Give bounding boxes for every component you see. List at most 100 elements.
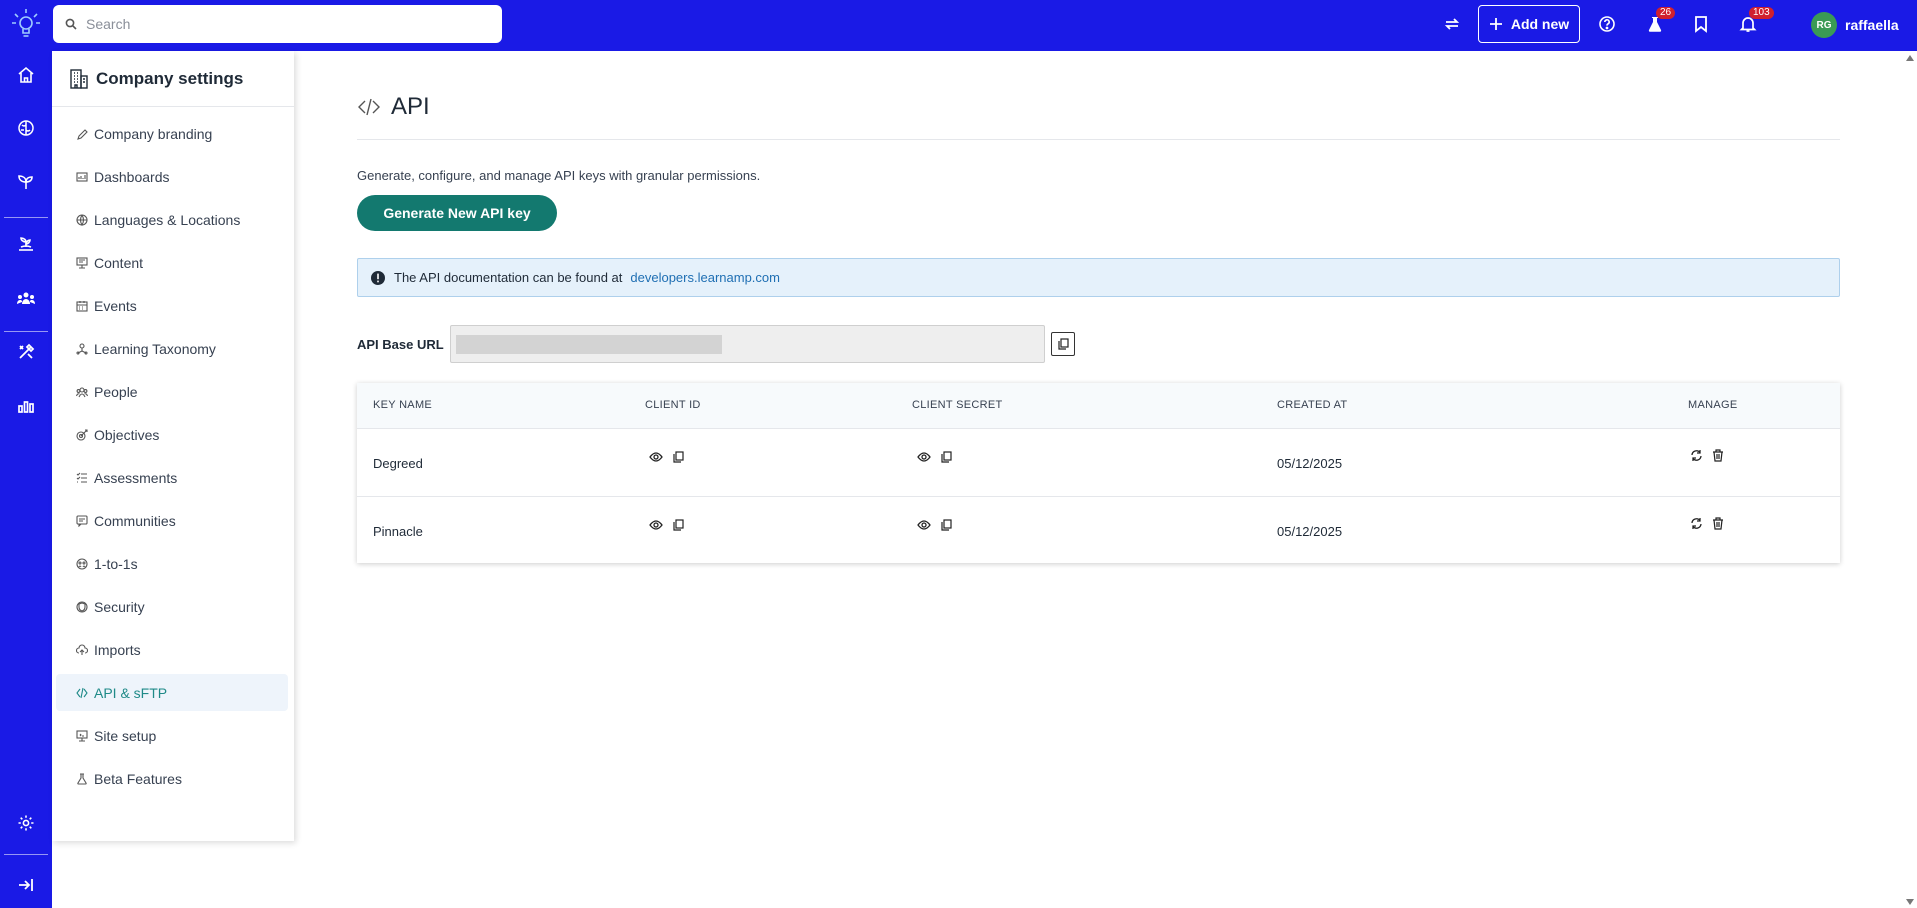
top-bar: Add new 26 103 RG raffaella xyxy=(0,0,1917,51)
objectives-icon xyxy=(76,428,88,441)
search-box[interactable] xyxy=(53,5,502,43)
client-secret-actions xyxy=(916,449,960,466)
sidebar-item-label: API & sFTP xyxy=(94,684,168,701)
sidebar-item-objectives[interactable]: Objectives xyxy=(56,416,288,453)
sidebar-item-company-branding[interactable]: Company branding xyxy=(56,115,288,152)
rail-divider xyxy=(4,217,48,218)
sidebar-item-label: Content xyxy=(94,254,144,271)
taxonomy-icon xyxy=(76,342,88,355)
client-id-actions xyxy=(648,449,692,466)
search-input[interactable] xyxy=(86,16,466,32)
bookmark-icon[interactable] xyxy=(1689,12,1713,36)
user-menu[interactable]: RG raffaella xyxy=(1811,12,1899,38)
sidebar-item-api-sftp[interactable]: API & sFTP xyxy=(56,674,288,711)
sprout-icon[interactable] xyxy=(14,170,38,194)
scroll-up-arrow[interactable] xyxy=(1906,55,1914,61)
api-docs-link[interactable]: developers.learnamp.com xyxy=(630,270,780,285)
sidebar-item-label: Assessments xyxy=(94,469,178,486)
copy-url-button[interactable] xyxy=(1050,332,1075,356)
generate-api-key-button[interactable]: Generate New API key xyxy=(357,195,557,231)
growth-icon[interactable] xyxy=(14,232,38,256)
analytics-icon[interactable] xyxy=(14,394,38,418)
sidebar-item-security[interactable]: Security xyxy=(56,588,288,625)
company-settings-panel: Company settings Company branding Dashboa… xyxy=(52,51,294,841)
client-id-actions xyxy=(648,517,692,534)
tools-icon[interactable] xyxy=(14,340,38,364)
rail-divider xyxy=(4,854,48,855)
sidebar-item-label: People xyxy=(94,383,138,400)
copy-icon[interactable] xyxy=(938,449,954,465)
flask-notifications-button[interactable]: 26 xyxy=(1643,7,1676,36)
trash-icon[interactable] xyxy=(1710,515,1726,531)
settings-nav: Company branding Dashboards Languages & Lo… xyxy=(52,107,294,797)
panel-title: Company settings xyxy=(96,68,244,88)
plus-icon xyxy=(1489,17,1503,31)
created-at-cell: 05/12/2025 xyxy=(1277,524,1343,539)
created-at-cell: 05/12/2025 xyxy=(1277,456,1343,471)
col-client-id: CLIENT ID xyxy=(645,399,701,411)
sidebar-item-label: Events xyxy=(94,297,137,314)
notifications-badge: 103 xyxy=(1749,7,1774,19)
flask-badge: 26 xyxy=(1656,7,1676,19)
add-new-button[interactable]: Add new xyxy=(1478,5,1580,43)
scroll-down-arrow[interactable] xyxy=(1906,899,1914,905)
eye-icon[interactable] xyxy=(648,449,664,465)
client-secret-actions xyxy=(916,517,960,534)
sidebar-item-events[interactable]: Events xyxy=(56,287,288,324)
sidebar-item-communities[interactable]: Communities xyxy=(56,502,288,539)
people-icon xyxy=(76,386,88,398)
api-base-url-field[interactable] xyxy=(449,325,1045,363)
col-key-name: KEY NAME xyxy=(373,399,433,411)
refresh-icon[interactable] xyxy=(1688,515,1704,531)
info-banner: The API documentation can be found at de… xyxy=(357,258,1840,297)
sidebar-item-imports[interactable]: Imports xyxy=(56,631,288,668)
settings-gear-icon[interactable] xyxy=(14,811,38,835)
sidebar-item-label: 1-to-1s xyxy=(94,555,138,572)
sidebar-item-beta-features[interactable]: Beta Features xyxy=(56,760,288,797)
table-row: Degreed 05/12/2025 xyxy=(357,428,1840,496)
chat-icon xyxy=(76,514,88,527)
copy-icon[interactable] xyxy=(670,449,686,465)
sidebar-item-assessments[interactable]: Assessments xyxy=(56,459,288,496)
help-icon[interactable] xyxy=(1595,12,1619,36)
sidebar-item-dashboards[interactable]: Dashboards xyxy=(56,158,288,195)
eye-icon[interactable] xyxy=(916,517,932,533)
left-rail xyxy=(0,51,52,908)
info-icon xyxy=(370,270,386,286)
sidebar-item-label: Learning Taxonomy xyxy=(94,340,216,357)
monitor-icon xyxy=(76,729,88,742)
flask-icon xyxy=(76,772,88,785)
sidebar-item-label: Security xyxy=(94,598,145,615)
manage-actions xyxy=(1688,515,1732,533)
key-name-cell: Degreed xyxy=(373,456,423,471)
sidebar-item-label: Communities xyxy=(94,512,176,529)
sidebar-item-site-setup[interactable]: Site setup xyxy=(56,717,288,754)
team-icon[interactable] xyxy=(14,286,38,310)
expand-sidebar-icon[interactable] xyxy=(14,873,38,897)
eye-icon[interactable] xyxy=(648,517,664,533)
eye-icon[interactable] xyxy=(916,449,932,465)
sidebar-item-label: Site setup xyxy=(94,727,157,744)
lightbulb-logo-icon[interactable] xyxy=(10,6,42,42)
sidebar-item-people[interactable]: People xyxy=(56,373,288,410)
sidebar-item-label: Imports xyxy=(94,641,141,658)
sidebar-item-learning-taxonomy[interactable]: Learning Taxonomy xyxy=(56,330,288,367)
trash-icon[interactable] xyxy=(1710,447,1726,463)
copy-icon[interactable] xyxy=(938,517,954,533)
info-text: The API documentation can be found at xyxy=(394,270,623,285)
api-keys-table: KEY NAME CLIENT ID CLIENT SECRET CREATED… xyxy=(357,383,1840,563)
notifications-button[interactable]: 103 xyxy=(1736,7,1774,36)
refresh-icon[interactable] xyxy=(1688,447,1704,463)
switch-arrows-icon[interactable] xyxy=(1440,12,1464,36)
home-icon[interactable] xyxy=(14,63,38,87)
page-description: Generate, configure, and manage API keys… xyxy=(357,168,761,183)
sidebar-item-content[interactable]: Content xyxy=(56,244,288,281)
brush-icon xyxy=(76,128,88,140)
page-title: API xyxy=(391,93,430,120)
code-icon xyxy=(357,95,381,119)
sidebar-item-1-to-1s[interactable]: 1-to-1s xyxy=(56,545,288,582)
sidebar-item-languages-locations[interactable]: Languages & Locations xyxy=(56,201,288,238)
key-name-cell: Pinnacle xyxy=(373,524,423,539)
copy-icon[interactable] xyxy=(670,517,686,533)
brain-icon[interactable] xyxy=(14,116,38,140)
